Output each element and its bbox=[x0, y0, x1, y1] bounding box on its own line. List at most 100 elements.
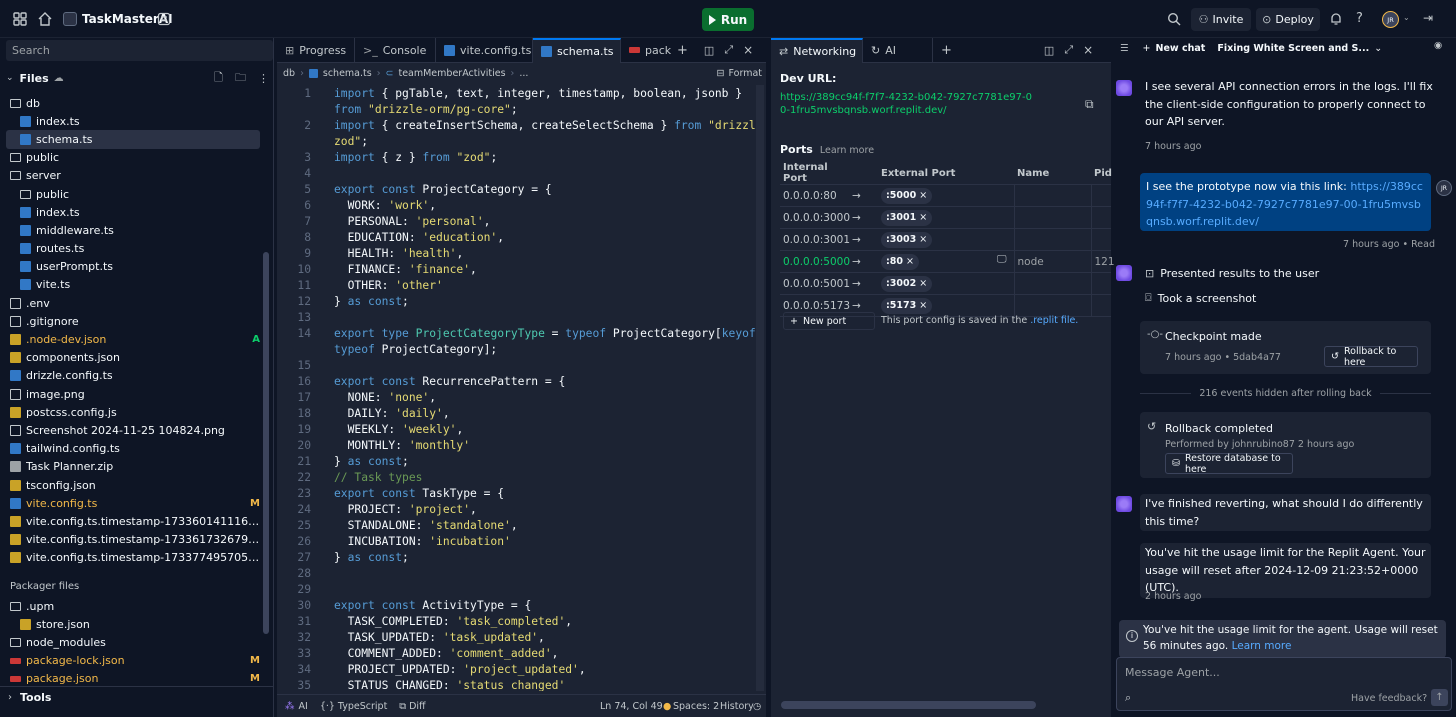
file-tree-item[interactable]: package-lock.json M bbox=[6, 652, 260, 670]
remove-port-icon[interactable]: × bbox=[919, 234, 927, 245]
breadcrumb-item[interactable]: schema.ts bbox=[323, 68, 372, 79]
file-tree-item[interactable]: .node-dev.json A bbox=[6, 330, 260, 348]
external-port-chip[interactable]: :80 × bbox=[881, 253, 919, 270]
status-history[interactable]: History bbox=[720, 701, 754, 712]
attach-icon[interactable]: ⌕ bbox=[1125, 691, 1131, 705]
remove-port-icon[interactable]: × bbox=[919, 190, 927, 201]
file-tree-item[interactable]: tsconfig.json bbox=[6, 476, 260, 494]
new-chat-button[interactable]: + New chat bbox=[1143, 43, 1206, 54]
learn-more-link[interactable]: Learn more bbox=[820, 145, 874, 156]
tab-progress[interactable]: ⊞ Progress bbox=[277, 37, 355, 63]
file-tree-item[interactable]: vite.ts bbox=[6, 276, 260, 294]
status-diff[interactable]: Diff bbox=[409, 701, 426, 712]
status-ai[interactable]: AI bbox=[299, 701, 308, 712]
file-tree-item[interactable]: image.png bbox=[6, 385, 260, 403]
search-input[interactable]: Search bbox=[6, 40, 273, 61]
tab-ai[interactable]: ↻ AI bbox=[863, 37, 933, 63]
file-tree-item[interactable]: db bbox=[6, 94, 260, 112]
restore-database-button[interactable]: ⛁ Restore database to here bbox=[1165, 453, 1293, 475]
monitor-icon[interactable]: 🖵 bbox=[997, 254, 1007, 265]
new-file-icon[interactable]: 🗋 bbox=[214, 69, 223, 88]
external-port-chip[interactable]: :3002 × bbox=[881, 275, 933, 292]
status-cursor-position[interactable]: Ln 74, Col 49 bbox=[600, 701, 663, 712]
breadcrumb-item[interactable]: ... bbox=[519, 68, 528, 79]
more-icon[interactable]: ⋮ bbox=[258, 72, 269, 85]
file-tree-item[interactable]: tailwind.config.ts bbox=[6, 440, 260, 458]
split-pane-icon[interactable]: ◫ bbox=[704, 44, 714, 57]
tab-networking[interactable]: ⇄Networking× bbox=[771, 37, 863, 63]
chat-title-dropdown[interactable]: Fixing White Screen and S... ⌄ bbox=[1217, 43, 1382, 54]
home-icon[interactable] bbox=[37, 11, 53, 27]
file-tree-item[interactable]: public bbox=[6, 185, 260, 203]
file-tree-item[interactable]: .upm bbox=[6, 597, 260, 615]
file-tree-item[interactable]: server bbox=[6, 167, 260, 185]
port-row[interactable]: 0.0.0.0:3001 →:3003 × bbox=[780, 228, 1111, 251]
tab-package[interactable]: packa bbox=[621, 38, 671, 63]
close-pane-icon[interactable]: × bbox=[743, 43, 753, 57]
file-tree-item[interactable]: postcss.config.js bbox=[6, 403, 260, 421]
list-icon[interactable]: ☰ bbox=[1120, 43, 1129, 54]
learn-more-link[interactable]: Learn more bbox=[1232, 640, 1292, 652]
file-tree-item[interactable]: vite.config.ts.timestamp-1733617326795-9… bbox=[6, 531, 260, 549]
file-tree-item[interactable]: index.ts bbox=[6, 112, 260, 130]
split-pane-icon[interactable]: ◫ bbox=[1044, 44, 1054, 57]
code-editor[interactable]: 1 import { pgTable, text, integer, timest… bbox=[277, 85, 755, 691]
file-tree-item[interactable]: store.json bbox=[6, 615, 260, 633]
file-tree-item[interactable]: drizzle.config.ts bbox=[6, 367, 260, 385]
rollback-button[interactable]: ↺ Rollback to here bbox=[1324, 346, 1418, 368]
file-tree-item[interactable]: userPrompt.ts bbox=[6, 258, 260, 276]
app-info-icon[interactable] bbox=[157, 12, 171, 26]
file-tree-item[interactable]: Screenshot 2024-11-25 104824.png bbox=[6, 421, 260, 439]
external-port-chip[interactable]: :5000 × bbox=[881, 187, 933, 204]
help-icon[interactable]: ? bbox=[1356, 11, 1363, 26]
status-language[interactable]: TypeScript bbox=[338, 701, 387, 712]
port-row[interactable]: 0.0.0.0:80 →:5000 × bbox=[780, 184, 1111, 207]
close-pane-icon[interactable]: × bbox=[1083, 43, 1093, 57]
port-row[interactable]: 0.0.0.0:3000 →:3001 × bbox=[780, 206, 1111, 229]
file-tree-item[interactable]: .gitignore bbox=[6, 312, 260, 330]
file-tree-item[interactable]: vite.config.ts M bbox=[6, 494, 260, 512]
files-header[interactable]: ⌄ Files ☁ 🗋 🗀 ⋮ bbox=[6, 69, 272, 87]
file-tree-item[interactable]: schema.ts bbox=[6, 130, 260, 149]
run-button[interactable]: Run bbox=[702, 8, 754, 31]
collapse-panel-icon[interactable]: ⇥ bbox=[1423, 11, 1433, 25]
file-tree-item[interactable]: vite.config.ts.timestamp-1733601411168-3… bbox=[6, 512, 260, 530]
invite-button[interactable]: ⚇ Invite bbox=[1191, 8, 1251, 31]
file-tree-item[interactable]: middleware.ts bbox=[6, 221, 260, 239]
menu-icon[interactable] bbox=[12, 11, 28, 27]
file-tree-item[interactable]: node_modules bbox=[6, 633, 260, 651]
new-folder-icon[interactable]: 🗀 bbox=[235, 69, 246, 88]
message-input[interactable]: Message Agent... ⌕ Have feedback? ↑ bbox=[1116, 657, 1452, 711]
search-icon[interactable] bbox=[1167, 12, 1181, 26]
remove-port-icon[interactable]: × bbox=[919, 300, 927, 311]
editor-scrollbar[interactable] bbox=[756, 85, 764, 691]
remove-port-icon[interactable]: × bbox=[919, 278, 927, 289]
port-row[interactable]: 0.0.0.0:5000 →:80 × 🖵 node 121 bbox=[780, 250, 1115, 273]
file-tree-item[interactable]: .env bbox=[6, 294, 260, 312]
bell-icon[interactable] bbox=[1329, 12, 1343, 26]
file-tree-item[interactable]: components.json bbox=[6, 349, 260, 367]
chevron-down-icon[interactable]: ⌄ bbox=[1403, 13, 1410, 22]
networking-scrollbar[interactable] bbox=[781, 701, 1036, 709]
format-button[interactable]: ⊟ Format bbox=[717, 68, 762, 79]
avatar[interactable]: JR bbox=[1382, 11, 1399, 28]
status-spaces[interactable]: Spaces: 2 bbox=[673, 701, 719, 712]
send-button[interactable]: ↑ bbox=[1431, 689, 1448, 706]
file-tree-item[interactable]: routes.ts bbox=[6, 240, 260, 258]
external-port-chip[interactable]: :3001 × bbox=[881, 209, 933, 226]
file-tree-item[interactable]: vite.config.ts.timestamp-1733774957056-3… bbox=[6, 549, 260, 567]
file-tree-item[interactable]: public bbox=[6, 149, 260, 167]
feedback-link[interactable]: Have feedback? bbox=[1351, 693, 1427, 704]
expand-icon[interactable]: ⤢ bbox=[724, 43, 733, 57]
dev-url-link[interactable]: https://389cc94f-f7f7-4232-b042-7927c778… bbox=[780, 91, 1035, 117]
remove-port-icon[interactable]: × bbox=[919, 212, 927, 223]
file-tree-item[interactable]: Task Planner.zip bbox=[6, 458, 260, 476]
breadcrumb-item[interactable]: db bbox=[283, 68, 295, 79]
sidebar-scrollbar[interactable] bbox=[263, 252, 269, 634]
file-tree-item[interactable]: package.json M bbox=[6, 670, 260, 687]
expand-icon[interactable]: ⤢ bbox=[1064, 43, 1073, 57]
external-port-chip[interactable]: :5173 × bbox=[881, 297, 933, 314]
external-port-chip[interactable]: :3003 × bbox=[881, 231, 933, 248]
tab-vite-config[interactable]: vite.config.ts bbox=[436, 37, 533, 63]
tab-console[interactable]: >_ Console bbox=[355, 37, 436, 63]
